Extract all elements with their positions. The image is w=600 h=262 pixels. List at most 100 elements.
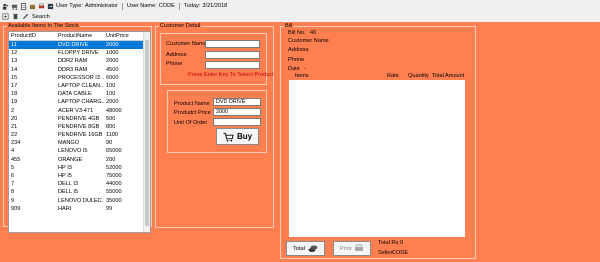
table-cell: 9	[11, 197, 15, 204]
table-cell: 15	[11, 74, 18, 81]
table-row[interactable]: 17 LAPTOP CLEAN... 100	[9, 82, 150, 90]
table-row[interactable]: 12 FLOPPY DRIVE 1000	[9, 49, 150, 57]
table-cell: DELL I5	[58, 189, 79, 196]
table-cell: LENOVO I5	[58, 148, 88, 155]
customer-name-field[interactable]	[205, 40, 260, 48]
table-row[interactable]: 455 ORANGE 200	[9, 156, 150, 164]
grid-rows: 11 DVD DRIVE 2000 12 FLOPPY DRIVE 1000 13 DDR2 …	[9, 41, 150, 213]
buy-button-label: Buy	[236, 132, 253, 141]
print-icon[interactable]	[38, 3, 45, 10]
table-cell: 100	[106, 91, 116, 98]
search-label[interactable]: Search	[32, 14, 50, 20]
table-row[interactable]: 19 LAPTOP CHARG... 2000	[9, 98, 150, 106]
table-row[interactable]: 22 PENDRIVE 16GB 1100	[9, 131, 150, 139]
bill-items-list[interactable]	[289, 80, 465, 237]
unit-of-order-label: Unit Of Order	[174, 120, 208, 126]
delete-icon[interactable]	[12, 13, 19, 20]
table-cell: PENDRIVE 8GB	[58, 123, 100, 130]
table-cell: ACER V3-471	[58, 107, 94, 114]
table-row[interactable]: 20 PENDRIVE 4GB 500	[9, 115, 150, 123]
add-icon[interactable]	[2, 13, 9, 20]
table-row[interactable]: 2 ACER V3-471 48000	[9, 107, 150, 115]
table-cell: 2	[11, 107, 15, 114]
table-row[interactable]: 6 HP I5 75000	[9, 172, 150, 180]
toolbar-row-1: User Type: Administrator User Name: CODE…	[2, 1, 227, 11]
edit-icon[interactable]	[22, 13, 29, 20]
table-cell: 909	[11, 205, 21, 212]
table-row[interactable]: 909 HARI 99	[9, 205, 150, 213]
table-cell: 52000	[106, 164, 122, 171]
table-cell: LAPTOP CHARG...	[58, 99, 104, 106]
table-row[interactable]: 13 DDR2 RAM 2000	[9, 57, 150, 65]
bill-column-header: Quantity	[408, 73, 429, 79]
bill-date-label: Date	[288, 66, 300, 72]
table-row[interactable]: 5 HP I3 52000	[9, 164, 150, 172]
table-row[interactable]: 18 DATA CABLE 100	[9, 90, 150, 98]
table-cell: 6000	[106, 74, 119, 81]
table-cell: MANGO	[58, 140, 80, 147]
table-cell: 21	[11, 123, 18, 130]
table-cell: 100	[106, 82, 116, 89]
table-row[interactable]: 21 PENDRIVE 8GB 800	[9, 123, 150, 131]
product-price-label: Produdct Price	[174, 110, 211, 116]
toolbar-row-2: Search	[2, 12, 50, 21]
table-cell: 99	[106, 205, 113, 212]
printer-icon	[354, 244, 364, 253]
table-cell: LAPTOP CLEAN...	[58, 82, 104, 89]
phone-field[interactable]	[205, 61, 260, 69]
table-cell: 35000	[106, 197, 122, 204]
table-cell: 75000	[106, 173, 122, 179]
address-label: Address	[166, 52, 187, 58]
stock-group-title: Available Items In The Stock	[7, 22, 80, 30]
table-cell: 44000	[106, 181, 122, 188]
address-field[interactable]	[205, 51, 260, 59]
table-row[interactable]: 9 LENOVO DULEC... 35000	[9, 197, 150, 205]
unit-of-order-field[interactable]	[213, 118, 261, 126]
table-row[interactable]: 4 LENOVO I5 65000	[9, 147, 150, 155]
table-cell: 800	[106, 123, 116, 130]
column-header[interactable]: ProductID	[9, 32, 56, 40]
table-cell: LENOVO DULEC...	[58, 197, 104, 204]
table-cell: 4500	[106, 66, 119, 73]
table-row[interactable]: 234 MANGO 90	[9, 139, 150, 147]
document-icon[interactable]	[20, 2, 27, 10]
user-group-icon[interactable]	[2, 3, 9, 10]
table-cell: DDR3 RAM	[58, 66, 88, 73]
scrollbar-thumb[interactable]	[145, 40, 149, 226]
stock-grid[interactable]: ProductID ProductName UnitPrice 11 DVD DR…	[8, 31, 151, 233]
table-row[interactable]: 15 PROCESSOR I3 ... 6000	[9, 74, 150, 82]
logout-icon[interactable]	[47, 3, 54, 10]
cart-icon[interactable]	[11, 3, 18, 10]
table-row[interactable]: 14 DDR3 RAM 4500	[9, 66, 150, 74]
table-cell: PENDRIVE 4GB	[58, 115, 100, 122]
table-cell: 200	[106, 156, 116, 163]
table-cell: 6	[11, 173, 15, 179]
buy-button[interactable]: Buy	[216, 128, 259, 145]
bill-no-value: 40	[310, 30, 317, 36]
table-cell: 2000	[106, 42, 119, 48]
product-price-field[interactable]: 2000	[213, 108, 261, 116]
table-cell: 2000	[106, 58, 119, 65]
total-button[interactable]: Total	[286, 241, 325, 256]
vertical-scrollbar[interactable]	[143, 32, 150, 232]
box-icon[interactable]	[29, 3, 36, 10]
separator	[178, 2, 180, 10]
table-cell: 4	[11, 148, 15, 155]
bill-phone-label: Phone	[288, 57, 305, 63]
product-name-field[interactable]: DVD DRIVE	[213, 98, 261, 106]
table-row[interactable]: 8 DELL I5 55000	[9, 188, 150, 196]
table-cell: 55000	[106, 189, 122, 196]
table-cell: DATA CABLE	[58, 91, 92, 98]
total-rs-value: 0	[400, 240, 404, 246]
user-name-value: CODE	[158, 3, 175, 9]
bill-customer-name-label: Customer Name	[288, 38, 329, 44]
column-header[interactable]: ProductName	[56, 32, 104, 40]
table-cell: 18	[11, 91, 18, 98]
table-row[interactable]: 11 DVD DRIVE 2000	[9, 41, 150, 50]
table-cell: 5	[11, 164, 15, 171]
table-row[interactable]: 7 DELL I3 44000	[9, 180, 150, 188]
column-header[interactable]: UnitPrice	[104, 32, 146, 40]
table-cell: 12	[11, 50, 18, 57]
print-button[interactable]: Print	[333, 241, 371, 256]
bill-group-title: Bill	[284, 22, 294, 30]
